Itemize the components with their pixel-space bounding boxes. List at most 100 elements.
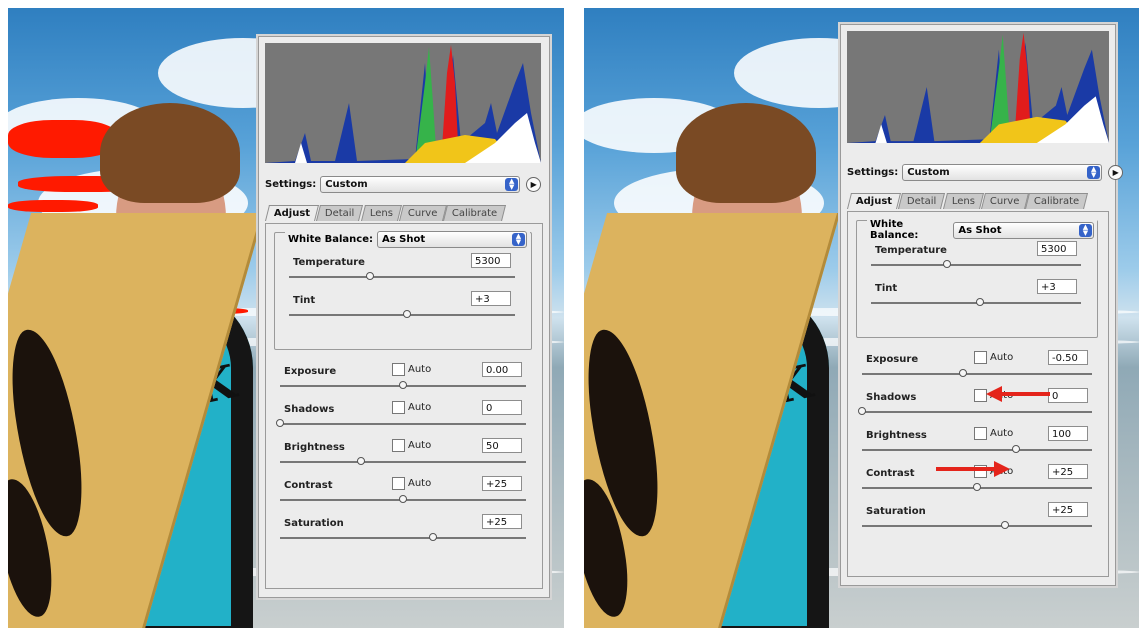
tab-adjust[interactable]: Adjust — [847, 193, 902, 209]
brightness-field[interactable]: 50 — [482, 438, 522, 453]
shadows-slider[interactable] — [276, 419, 526, 427]
brightness-slider-thumb[interactable] — [1012, 445, 1021, 453]
contrast-field[interactable]: +25 — [1048, 464, 1088, 479]
contrast-field[interactable]: +25 — [482, 476, 522, 491]
brightness-field[interactable]: 100 — [1048, 426, 1088, 441]
contrast-label: Contrast — [866, 468, 915, 479]
temperature-slider[interactable] — [871, 260, 1081, 268]
saturation-slider[interactable] — [280, 533, 526, 541]
tab-detail[interactable]: Detail — [898, 193, 946, 209]
temperature-slider-thumb[interactable] — [942, 260, 951, 268]
shadows-slider-thumb[interactable] — [858, 407, 866, 415]
tint-slider-thumb[interactable] — [976, 298, 985, 306]
tint-field[interactable]: +3 — [1037, 279, 1077, 294]
saturation-slider-thumb[interactable] — [428, 533, 437, 541]
exposure-slider[interactable] — [280, 381, 526, 389]
tint-label: Tint — [875, 283, 898, 294]
camera-raw-panel-right: Settings: Custom ▲ ▼ ▶ Adjust Detail Lens… — [840, 24, 1124, 586]
settings-select[interactable]: Custom ▲ ▼ — [320, 175, 521, 193]
select-arrows-icon: ▲ ▼ — [505, 177, 519, 191]
tint-slider[interactable] — [289, 310, 515, 318]
shadows-field[interactable]: 0 — [1048, 388, 1088, 403]
exposure-auto-checkbox[interactable]: Auto — [392, 363, 431, 376]
tint-control: Tint +3 — [275, 289, 531, 325]
adjust-tab-content: White Balance: As Shot ▲ ▼ Temperature 53… — [847, 211, 1109, 577]
adjust-tab-content: White Balance: As Shot ▲ ▼ Temperature 53… — [265, 223, 543, 589]
histogram — [847, 31, 1109, 143]
temperature-field[interactable]: 5300 — [1037, 241, 1077, 256]
contrast-slider[interactable] — [862, 483, 1092, 491]
tab-detail[interactable]: Detail — [316, 205, 364, 221]
camera-raw-panel-left: Settings: Custom ▲ ▼ ▶ Adjust Detail Lens… — [258, 36, 550, 598]
white-balance-select[interactable]: As Shot ▲ ▼ — [953, 221, 1094, 239]
contrast-label: Contrast — [284, 480, 333, 491]
tab-curve[interactable]: Curve — [980, 193, 1029, 209]
tint-slider-thumb[interactable] — [402, 310, 411, 318]
shadows-slider-thumb[interactable] — [276, 419, 284, 427]
contrast-control: Contrast Auto +25 — [266, 474, 542, 510]
select-arrows-icon: ▲ ▼ — [512, 233, 525, 246]
tab-bar: Adjust Detail Lens Curve Calibrate — [847, 193, 1089, 209]
temperature-slider-thumb[interactable] — [366, 272, 375, 280]
temperature-slider[interactable] — [289, 272, 515, 280]
brightness-auto-checkbox[interactable]: Auto — [974, 427, 1013, 440]
tab-lens[interactable]: Lens — [942, 193, 984, 209]
shadows-field[interactable]: 0 — [482, 400, 522, 415]
brightness-label: Brightness — [284, 442, 345, 453]
brightness-label: Brightness — [866, 430, 927, 441]
exposure-field[interactable]: 0.00 — [482, 362, 522, 377]
saturation-control: Saturation +25 — [266, 512, 542, 548]
exposure-control: Exposure Auto 0.00 — [266, 360, 542, 396]
saturation-slider-thumb[interactable] — [1000, 521, 1009, 529]
contrast-slider-thumb[interactable] — [399, 495, 407, 503]
brightness-slider[interactable] — [862, 445, 1092, 453]
tab-calibrate[interactable]: Calibrate — [1025, 193, 1089, 209]
tab-bar: Adjust Detail Lens Curve Calibrate — [265, 205, 507, 221]
contrast-auto-checkbox[interactable]: Auto — [392, 477, 431, 490]
saturation-label: Saturation — [866, 506, 926, 517]
settings-label: Settings: — [265, 178, 317, 190]
exposure-slider[interactable] — [862, 369, 1092, 377]
contrast-slider[interactable] — [280, 495, 526, 503]
shadows-label: Shadows — [866, 392, 917, 403]
shadows-auto-checkbox[interactable]: Auto — [392, 401, 431, 414]
exposure-slider-thumb[interactable] — [959, 369, 968, 377]
exposure-auto-checkbox[interactable]: Auto — [974, 351, 1013, 364]
settings-select[interactable]: Custom ▲ ▼ — [902, 163, 1103, 181]
tab-adjust[interactable]: Adjust — [265, 205, 320, 221]
tab-curve[interactable]: Curve — [398, 205, 447, 221]
settings-value: Custom — [325, 178, 368, 190]
shadows-control: Shadows Auto 0 — [848, 386, 1108, 422]
white-balance-label: White Balance: — [288, 234, 373, 245]
contrast-slider-thumb[interactable] — [973, 483, 981, 491]
settings-menu-icon[interactable]: ▶ — [1108, 164, 1124, 180]
brightness-slider[interactable] — [280, 457, 526, 465]
exposure-slider-thumb[interactable] — [399, 381, 407, 389]
tint-slider[interactable] — [871, 298, 1081, 306]
brightness-auto-checkbox[interactable]: Auto — [392, 439, 431, 452]
temperature-label: Temperature — [293, 257, 365, 268]
white-balance-select[interactable]: As Shot ▲ ▼ — [377, 231, 527, 248]
brightness-slider-thumb[interactable] — [357, 457, 366, 465]
tab-calibrate[interactable]: Calibrate — [443, 205, 507, 221]
tint-field[interactable]: +3 — [471, 291, 511, 306]
exposure-annotation-arrow — [986, 386, 1050, 402]
white-balance-label: White Balance: — [870, 219, 919, 241]
brightness-control: Brightness Auto 50 — [266, 436, 542, 472]
saturation-field[interactable]: +25 — [482, 514, 522, 529]
select-arrows-icon: ▲ ▼ — [1087, 165, 1101, 179]
exposure-field[interactable]: -0.50 — [1048, 350, 1088, 365]
tab-lens[interactable]: Lens — [360, 205, 402, 221]
tint-control: Tint +3 — [857, 277, 1097, 313]
temperature-field[interactable]: 5300 — [471, 253, 511, 268]
brightness-control: Brightness Auto 100 — [848, 424, 1108, 460]
white-balance-group: White Balance: As Shot ▲ ▼ Temperature 53… — [274, 231, 532, 350]
exposure-label: Exposure — [284, 366, 337, 377]
saturation-field[interactable]: +25 — [1048, 502, 1088, 517]
histogram — [265, 43, 541, 163]
saturation-label: Saturation — [284, 518, 344, 529]
saturation-slider[interactable] — [862, 521, 1092, 529]
settings-value: Custom — [907, 166, 950, 178]
settings-menu-icon[interactable]: ▶ — [526, 176, 542, 192]
shadows-slider[interactable] — [858, 407, 1092, 415]
